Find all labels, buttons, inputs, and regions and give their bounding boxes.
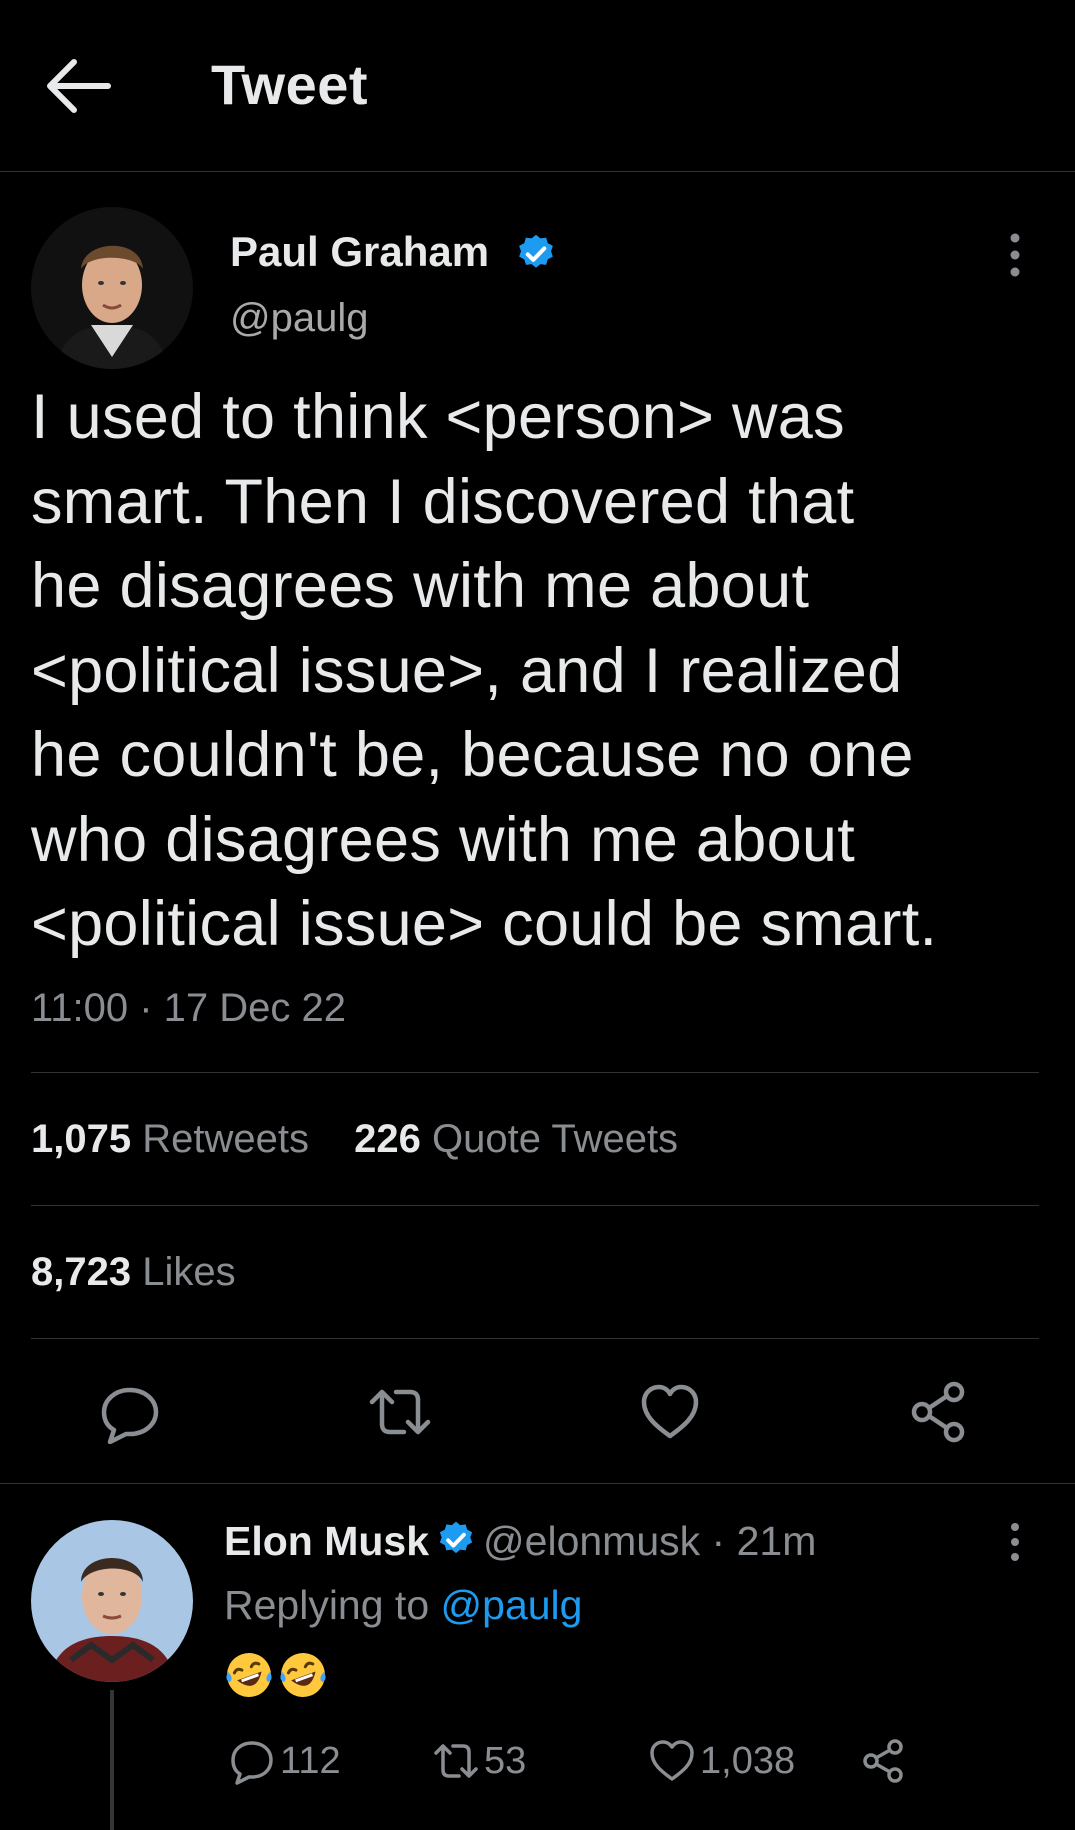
reply-author-name[interactable]: Elon Musk xyxy=(224,1518,429,1564)
like-count: 1,038 xyxy=(700,1739,796,1782)
author-avatar[interactable] xyxy=(31,207,193,369)
reply-like-button[interactable]: 1,038 xyxy=(648,1736,795,1786)
likes-stat[interactable]: 8,723 Likes xyxy=(31,1250,236,1295)
verified-badge-icon xyxy=(435,1519,477,1561)
laughing-emoji xyxy=(278,1650,328,1700)
quote-tweets-stat[interactable]: 226 Quote Tweets xyxy=(354,1117,678,1162)
author-handle[interactable]: @paulg xyxy=(230,296,368,341)
retweets-label: Retweets xyxy=(142,1117,309,1161)
engagement-stats: 1,075 Retweets 226 Quote Tweets xyxy=(31,1117,678,1162)
reply-share-button[interactable] xyxy=(860,1736,912,1786)
likes-count: 8,723 xyxy=(31,1250,132,1294)
separator-dot: · xyxy=(711,1518,726,1564)
tweet-text: I used to think <person> was smart. Then… xyxy=(31,382,938,959)
top-bar: Tweet xyxy=(0,0,1075,172)
author-name[interactable]: Paul Graham xyxy=(230,228,489,276)
reply-count: 112 xyxy=(280,1739,341,1782)
verified-badge-icon xyxy=(514,232,558,276)
page-title: Tweet xyxy=(211,53,369,116)
quotes-label: Quote Tweets xyxy=(431,1117,679,1161)
share-icon[interactable] xyxy=(908,1380,972,1444)
reply-icon xyxy=(231,1741,273,1785)
replying-to: Replying to @paulg xyxy=(224,1582,582,1629)
more-options-icon[interactable] xyxy=(1000,230,1030,280)
reply-author-avatar[interactable] xyxy=(31,1520,193,1682)
reply-reply-button[interactable]: 112 xyxy=(228,1736,341,1786)
reply-age[interactable]: 21m xyxy=(737,1518,817,1564)
retweet-icon xyxy=(434,1744,478,1778)
quotes-count: 226 xyxy=(354,1117,421,1161)
like-icon xyxy=(650,1740,694,1781)
retweets-count: 1,075 xyxy=(31,1117,132,1161)
reply-author-handle[interactable]: @elonmusk xyxy=(483,1518,700,1564)
divider xyxy=(31,1072,1039,1073)
replying-to-link[interactable]: @paulg xyxy=(441,1582,583,1628)
share-icon xyxy=(863,1739,903,1783)
more-options-icon[interactable] xyxy=(1000,1520,1030,1564)
replying-prefix: Replying to xyxy=(224,1582,430,1628)
back-arrow-icon[interactable] xyxy=(46,58,112,114)
thread-line xyxy=(110,1690,114,1830)
divider xyxy=(31,1338,1039,1339)
retweet-count: 53 xyxy=(484,1739,527,1782)
reply-text xyxy=(224,1648,332,1700)
likes-label: Likes xyxy=(142,1250,236,1294)
section-divider xyxy=(0,1483,1075,1484)
likes-stats: 8,723 Likes xyxy=(31,1250,236,1295)
reply-retweet-button[interactable]: 53 xyxy=(432,1736,526,1786)
laughing-emoji xyxy=(224,1650,274,1700)
retweets-stat[interactable]: 1,075 Retweets xyxy=(31,1117,309,1162)
retweet-icon[interactable] xyxy=(368,1380,432,1444)
divider xyxy=(31,1205,1039,1206)
tweet-timestamp[interactable]: 11:00 · 17 Dec 22 xyxy=(31,986,346,1031)
reply-header: Elon Musk @elonmusk · 21m xyxy=(224,1518,816,1565)
tweet-actions xyxy=(0,1380,1075,1445)
reply-icon[interactable] xyxy=(98,1380,162,1445)
like-icon[interactable] xyxy=(638,1380,702,1444)
reply-actions: 112 53 1,038 xyxy=(224,1736,1064,1786)
